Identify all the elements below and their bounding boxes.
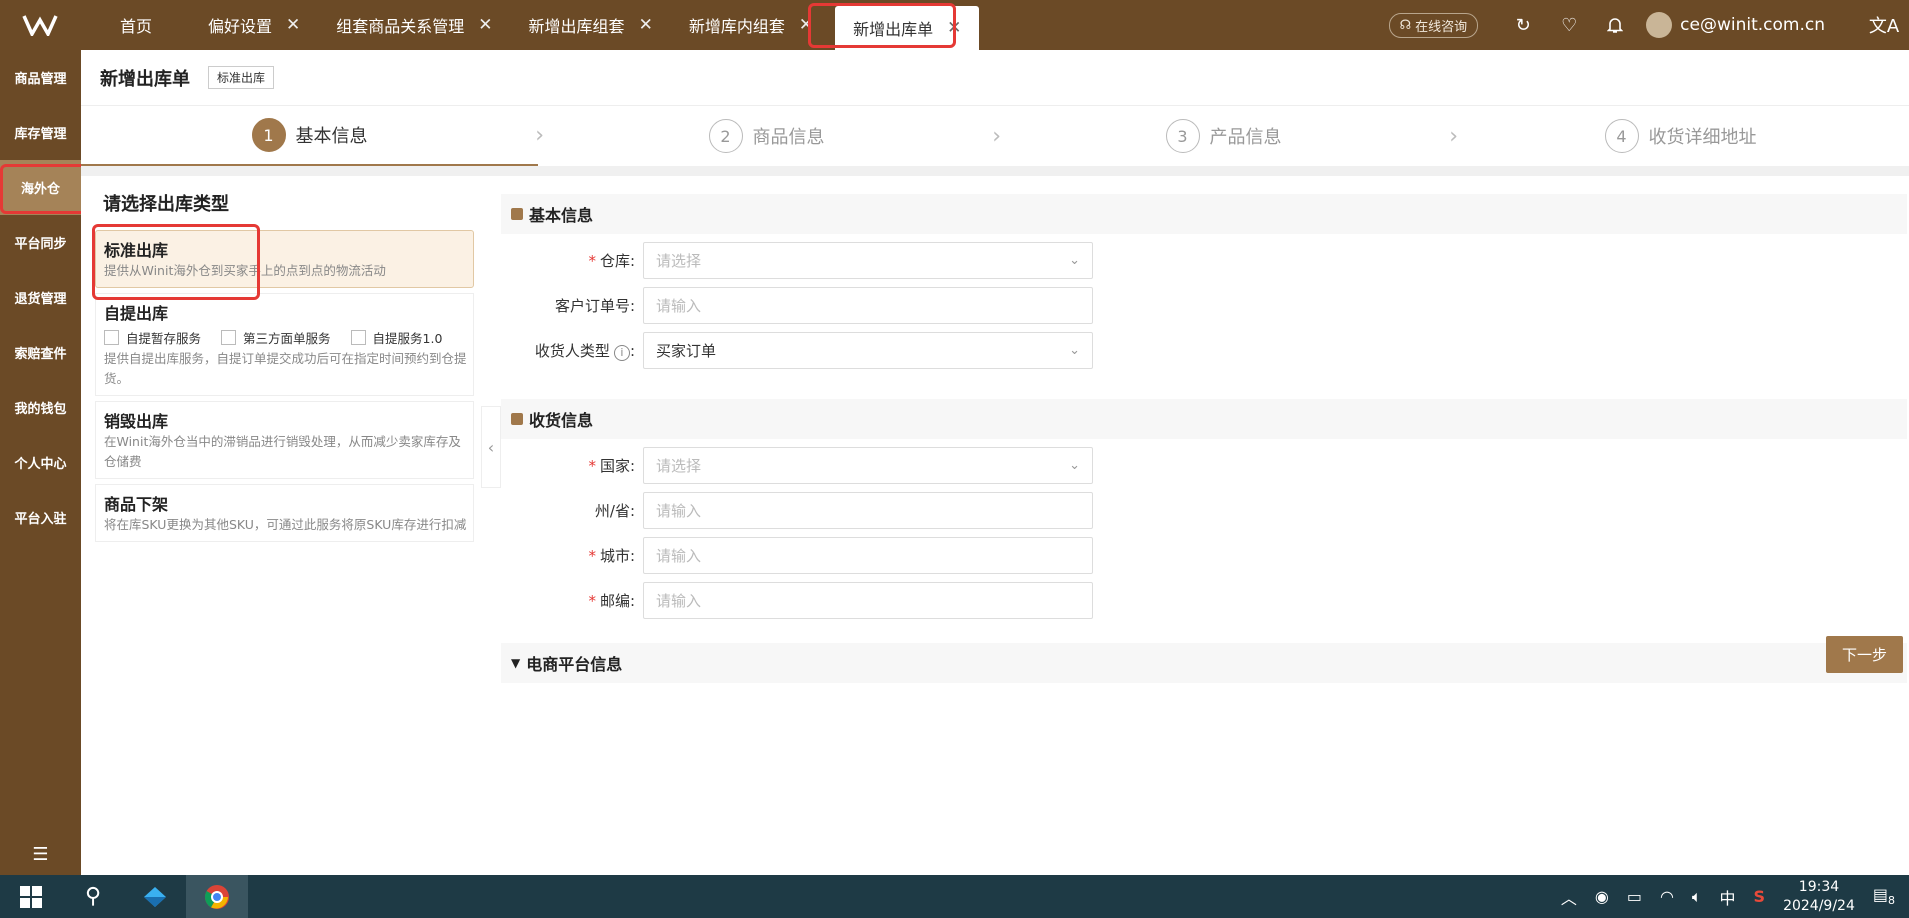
close-icon[interactable]: ✕ <box>478 15 492 35</box>
chevron-left-icon: ‹ <box>487 437 495 457</box>
section-receiving-info: 收货信息 <box>501 399 1907 439</box>
taskbar: ⚲ ︿ ◉ ▭ ◠ 🔈︎ 中 S 19:34 2024/9/24 ▤8 <box>0 875 1909 918</box>
city-input[interactable]: 请输入 <box>643 537 1093 574</box>
wifi-icon[interactable]: ◠ <box>1660 887 1674 906</box>
receiver-type-row: 收货人类型 i: 买家订单 ⌄ <box>501 332 1907 369</box>
sidebar-item-platform-onboarding[interactable]: 平台入驻 <box>0 490 81 545</box>
sidebar-item-products[interactable]: 商品管理 <box>0 50 81 105</box>
system-tray: ︿ ◉ ▭ ◠ 🔈︎ 中 S 19:34 2024/9/24 ▤8 <box>1561 875 1909 918</box>
section-ecommerce-info[interactable]: ▼ 电商平台信息 <box>501 643 1907 683</box>
zip-input[interactable]: 请输入 <box>643 582 1093 619</box>
pickup-temp-storage-checkbox[interactable]: 自提暂存服务 <box>104 328 201 347</box>
language-icon[interactable]: 文A <box>1859 12 1909 38</box>
close-icon[interactable]: ✕ <box>799 15 813 35</box>
tab-bar: 首页 偏好设置 ✕ 组套商品关系管理 ✕ 新增出库组套 ✕ 新增库内组套 ✕ 新增出库单… <box>80 0 983 50</box>
customer-order-no-input[interactable]: 请输入 <box>643 287 1093 324</box>
sidebar: 商品管理 库存管理 海外仓 平台同步 退货管理 索赔查件 我的钱包 个人中心 平… <box>0 50 81 875</box>
outbound-type-delist[interactable]: 商品下架 将在库SKU更换为其他SKU，可通过此服务将原SKU库存进行扣减 <box>95 484 474 542</box>
sogou-icon[interactable]: S <box>1754 887 1766 906</box>
chrome-icon[interactable] <box>186 875 248 918</box>
city-row: * 城市: 请输入 <box>501 537 1907 574</box>
windows-start-icon[interactable] <box>0 875 62 918</box>
info-icon[interactable]: i <box>613 345 630 361</box>
online-consult-button[interactable]: ☊ 在线咨询 <box>1388 12 1479 38</box>
top-bar: 首页 偏好设置 ✕ 组套商品关系管理 ✕ 新增出库组套 ✕ 新增库内组套 ✕ 新增出库单… <box>0 0 1909 50</box>
sidebar-item-platform-sync[interactable]: 平台同步 <box>0 215 81 270</box>
close-icon[interactable]: ✕ <box>286 15 300 35</box>
warehouse-row: * 仓库: 请选择 ⌄ <box>501 242 1907 279</box>
tab-bundle-relations[interactable]: 组套商品关系管理 ✕ <box>318 0 510 50</box>
zip-row: * 邮编: 请输入 <box>501 582 1907 619</box>
pickup-service-v1-checkbox[interactable]: 自提服务1.0 <box>350 328 442 347</box>
tab-new-outbound-bundle[interactable]: 新增出库组套 ✕ <box>511 0 671 50</box>
tab-home[interactable]: 首页 <box>80 0 190 50</box>
headset-icon: ☊ <box>1399 17 1412 33</box>
section-marker-icon <box>511 208 523 220</box>
user-menu[interactable]: ce@winit.com.cn <box>1646 12 1825 38</box>
caret-down-icon: ▼ <box>511 656 521 670</box>
ime-indicator[interactable]: 中 <box>1720 885 1736 909</box>
notification-icon[interactable]: ▤8 <box>1873 885 1895 907</box>
search-icon[interactable]: ⚲ <box>62 875 124 918</box>
section-basic-info: 基本信息 <box>501 194 1907 234</box>
vpn-icon[interactable]: ◉ <box>1595 887 1609 906</box>
third-party-label-checkbox[interactable]: 第三方面单服务 <box>221 328 331 347</box>
heart-icon[interactable]: ♡ <box>1546 15 1592 36</box>
winit-logo-icon[interactable] <box>0 0 80 50</box>
step-basic-info[interactable]: 1 基本信息 › <box>81 106 544 166</box>
outbound-type-tag: 标准出库 <box>208 66 275 89</box>
sidebar-item-inventory[interactable]: 库存管理 <box>0 105 81 160</box>
step-indicator: 1 基本信息 › 2 商品信息 › 3 产品信息 › 4 收货详细地址 <box>81 106 1909 166</box>
outbound-type-standard[interactable]: 标准出库 提供从Winit海外仓到买家手上的点到点的物流活动 <box>95 230 474 288</box>
country-row: * 国家: 请选择 ⌄ <box>501 447 1907 484</box>
panel-collapse-handle[interactable]: ‹ <box>481 406 501 488</box>
chevron-down-icon: ⌄ <box>1069 343 1080 358</box>
sidebar-item-wallet[interactable]: 我的钱包 <box>0 380 81 435</box>
chevron-down-icon: ⌄ <box>1069 253 1080 268</box>
chevron-down-icon: ⌄ <box>1069 458 1080 473</box>
outbound-type-heading: 请选择出库类型 <box>103 194 229 215</box>
section-marker-icon <box>511 413 523 425</box>
tab-preferences[interactable]: 偏好设置 ✕ <box>190 0 318 50</box>
outbound-type-destroy[interactable]: 销毁出库 在Winit海外仓当中的滞销品进行销毁处理，从而减少卖家库存及仓储费 <box>95 401 474 479</box>
sidebar-item-returns[interactable]: 退货管理 <box>0 270 81 325</box>
refresh-icon[interactable]: ↻ <box>1500 15 1546 36</box>
step-shipping-address[interactable]: 4 收货详细地址 <box>1452 106 1909 166</box>
country-select[interactable]: 请选择 ⌄ <box>643 447 1093 484</box>
outbound-type-panel: 请选择出库类型 标准出库 提供从Winit海外仓到买家手上的点到点的物流活动 自… <box>95 176 474 547</box>
outbound-type-pickup[interactable]: 自提出库 自提暂存服务 第三方面单服务 自提服务1.0 提供自提出库服务，自提订… <box>95 293 474 396</box>
top-right-tools: ☊ 在线咨询 ↻ ♡ ce@winit.com.cn 文A <box>1388 0 1909 50</box>
step-service-info[interactable]: 3 产品信息 › <box>995 106 1458 166</box>
tab-new-outbound-order[interactable]: 新增出库单 ✕ <box>835 6 980 50</box>
receiver-type-select[interactable]: 买家订单 ⌄ <box>643 332 1093 369</box>
app-icon[interactable] <box>124 875 186 918</box>
sidebar-item-overseas-warehouse[interactable]: 海外仓 <box>0 160 81 215</box>
page-header: 新增出库单 标准出库 <box>81 50 1909 106</box>
clock[interactable]: 19:34 2024/9/24 <box>1783 878 1855 916</box>
step-product-info[interactable]: 2 商品信息 › <box>538 106 1001 166</box>
content-panel: 请选择出库类型 标准出库 提供从Winit海外仓到买家手上的点到点的物流活动 自… <box>81 176 1909 875</box>
menu-collapse-icon[interactable]: ☰ <box>0 844 81 865</box>
bell-icon[interactable] <box>1592 16 1638 34</box>
sidebar-item-claims[interactable]: 索赔查件 <box>0 325 81 380</box>
warehouse-select[interactable]: 请选择 ⌄ <box>643 242 1093 279</box>
basic-info-form: 基本信息 * 仓库: 请选择 ⌄ 客户订单号: 请输入 收货人类型 i: 买家订单 ⌄ … <box>501 176 1907 683</box>
order-no-row: 客户订单号: 请输入 <box>501 287 1907 324</box>
sidebar-item-profile[interactable]: 个人中心 <box>0 435 81 490</box>
close-icon[interactable]: ✕ <box>947 18 961 38</box>
close-icon[interactable]: ✕ <box>639 15 653 35</box>
next-step-button[interactable]: 下一步 <box>1825 636 1903 673</box>
state-input[interactable]: 请输入 <box>643 492 1093 529</box>
main-area: 新增出库单 标准出库 1 基本信息 › 2 商品信息 › 3 产品信息 › 4 收货详细… <box>81 50 1909 875</box>
volume-icon[interactable]: 🔈︎ <box>1692 887 1702 907</box>
chevron-up-icon[interactable]: ︿ <box>1561 885 1577 909</box>
battery-icon[interactable]: ▭ <box>1627 887 1642 906</box>
tab-new-inwarehouse-bundle[interactable]: 新增库内组套 ✕ <box>671 0 831 50</box>
avatar <box>1646 12 1673 38</box>
page-title: 新增出库单 <box>100 68 190 90</box>
state-row: 州/省: 请输入 <box>501 492 1907 529</box>
